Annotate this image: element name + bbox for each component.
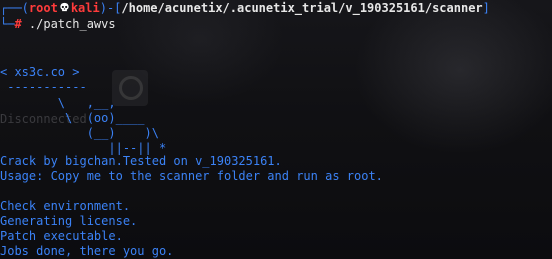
prompt-command-line: └─# ./patch_awvs: [0, 17, 116, 33]
log-line: Patch executable.: [0, 229, 123, 243]
prompt-corner-bottom: └─: [0, 17, 15, 31]
crack-message: Crack by bigchan.Tested on v_190325161.: [0, 154, 282, 168]
usage-message: Usage: Copy me to the scanner folder and…: [0, 169, 383, 183]
prompt-user: root: [28, 1, 58, 15]
prompt-host: kali: [70, 1, 100, 15]
banner-line-1: < xs3c.co >: [0, 65, 80, 79]
skull-icon: [60, 2, 69, 12]
prompt-path-prefix: )-[: [99, 1, 122, 15]
banner-line-2: -----------: [0, 80, 87, 94]
prompt-path-suffix: ]: [482, 1, 490, 15]
prompt-header-line: ┌──(root kali)-[/home/acunetix/.acunetix_…: [0, 1, 490, 17]
banner-line-5: (__) )\: [0, 126, 159, 140]
banner-line-4: \ (oo)____: [0, 111, 145, 125]
prompt-root-symbol: #: [14, 17, 22, 31]
banner-line-3: \ ,__,: [0, 96, 116, 110]
command-text: ./patch_awvs: [21, 17, 116, 31]
log-line: Check environment.: [0, 199, 131, 213]
log-line: Generating license.: [0, 214, 138, 228]
log-line: Jobs done, there you go.: [0, 244, 174, 258]
background-app-icon: [112, 70, 148, 106]
terminal-window[interactable]: Disconnected ┌──(root kali)-[/home/acunet…: [0, 0, 552, 259]
prompt-working-directory: /home/acunetix/.acunetix_trial/v_1903251…: [121, 1, 483, 15]
prompt-corner-top: ┌──(: [0, 1, 29, 15]
